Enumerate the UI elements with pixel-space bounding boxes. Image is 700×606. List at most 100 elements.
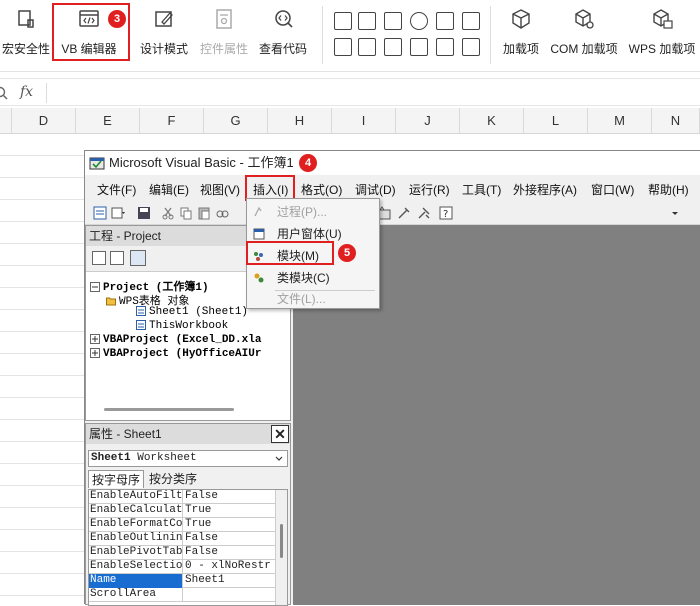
macro-security-button[interactable]: 宏安全性 xyxy=(0,8,52,64)
workbook-icon xyxy=(136,320,146,331)
vbe-title: Microsoft Visual Basic - 工作簿1 xyxy=(109,155,294,170)
insert-userform-icon[interactable] xyxy=(111,206,125,220)
macro-security-icon xyxy=(18,10,34,28)
menu-run[interactable]: 运行(R) xyxy=(409,181,450,198)
list-control-icon[interactable] xyxy=(436,12,454,30)
copy-icon[interactable] xyxy=(179,206,193,220)
frame-control-icon[interactable] xyxy=(462,12,480,30)
view-code-button[interactable]: 查看代码 xyxy=(256,8,310,64)
toggle-folders-icon[interactable] xyxy=(130,250,146,266)
toolbar-overflow-icon[interactable] xyxy=(671,209,679,217)
tree-item-vbaproject-hyoffice[interactable]: VBAProject (HyOfficeAIUr xyxy=(90,348,261,360)
wps-addins-button[interactable]: WPS 加载项 xyxy=(626,8,698,64)
menu-addins[interactable]: 外接程序(A) xyxy=(513,181,577,198)
view-code-icon[interactable] xyxy=(92,251,106,265)
column-header-n[interactable]: N xyxy=(652,108,700,134)
menu-edit[interactable]: 编辑(E) xyxy=(149,181,189,198)
save-icon[interactable] xyxy=(137,206,151,220)
tab-categorized[interactable]: 按分类序 xyxy=(146,470,200,488)
chart-control-icon[interactable] xyxy=(436,38,454,56)
find-icon[interactable] xyxy=(215,206,229,220)
menu-item-procedure[interactable]: 过程(P)... xyxy=(247,201,379,223)
menu-format[interactable]: 格式(O) xyxy=(301,181,342,198)
search-icon[interactable] xyxy=(0,86,8,100)
highlight-box-module xyxy=(246,241,334,265)
property-row-selected[interactable]: Name Sheet1 xyxy=(89,574,275,588)
combo-control-icon[interactable] xyxy=(462,38,480,56)
column-header-g[interactable]: G xyxy=(204,108,268,134)
addins-button[interactable]: 加载项 xyxy=(500,8,542,64)
column-header-j[interactable]: J xyxy=(396,108,460,134)
vbe-toolbar: ? xyxy=(85,203,700,225)
column-header-k[interactable]: K xyxy=(460,108,524,134)
control-properties-button[interactable]: 控件属性 xyxy=(196,8,252,64)
design-mode-button[interactable]: 设计模式 xyxy=(138,8,190,64)
column-header-f[interactable]: F xyxy=(140,108,204,134)
horizontal-scrollbar[interactable] xyxy=(104,408,234,411)
menu-window[interactable]: 窗口(W) xyxy=(591,181,634,198)
object-selector-dropdown[interactable]: Sheet1 Worksheet xyxy=(88,450,288,467)
property-row[interactable]: EnableAutoFilt False xyxy=(89,490,275,504)
tree-item-vbaproject-excel-dd[interactable]: VBAProject (Excel_DD.xla xyxy=(90,334,261,346)
menu-item-class-module[interactable]: 类模块(C) xyxy=(247,267,379,289)
column-header-e[interactable]: E xyxy=(76,108,140,134)
menu-help[interactable]: 帮助(H) xyxy=(648,181,689,198)
property-row[interactable]: EnableSelectio 0 - xlNoRestr xyxy=(89,560,275,574)
property-row[interactable]: EnableOutlinin False xyxy=(89,532,275,546)
column-header-l[interactable]: L xyxy=(524,108,588,134)
cut-icon[interactable] xyxy=(161,206,175,220)
folder-icon xyxy=(106,297,116,306)
textbox-control-icon[interactable] xyxy=(410,38,428,56)
checkbox-control-icon[interactable] xyxy=(334,12,352,30)
tree-item-sheet1[interactable]: Sheet1 (Sheet1) xyxy=(136,306,248,318)
view-excel-icon[interactable] xyxy=(93,206,107,220)
design-mode-icon xyxy=(155,11,173,27)
menu-debug[interactable]: 调试(D) xyxy=(355,181,396,198)
com-addins-button[interactable]: COM 加载项 xyxy=(548,8,620,64)
formula-bar: fx xyxy=(0,78,700,106)
column-header-i[interactable]: I xyxy=(332,108,396,134)
property-row[interactable]: EnablePivotTab False xyxy=(89,546,275,560)
paste-icon[interactable] xyxy=(197,206,211,220)
chevron-down-icon xyxy=(275,456,283,461)
view-object-icon[interactable] xyxy=(110,251,124,265)
view-code-icon xyxy=(275,10,293,28)
step-badge-3: 3 xyxy=(108,10,126,28)
ribbon-toolbar: 宏安全性 VB 编辑器 3 设计模式 控件属性 查看代码 加载项 COM 加载项 xyxy=(0,0,700,72)
vba-project-icon xyxy=(90,282,100,293)
menu-item-file[interactable]: 文件(L)... xyxy=(247,288,379,310)
spin-control-icon[interactable] xyxy=(358,38,376,56)
scrollbar-thumb[interactable] xyxy=(280,524,283,558)
close-button[interactable]: ✕ xyxy=(271,425,289,443)
menu-file[interactable]: 文件(F) xyxy=(97,181,136,198)
tools-icon[interactable] xyxy=(417,206,431,220)
column-header-h[interactable]: H xyxy=(268,108,332,134)
property-row[interactable]: ScrollArea xyxy=(89,588,275,602)
toolbox-icon[interactable] xyxy=(397,206,411,220)
image-control-icon[interactable] xyxy=(334,38,352,56)
row-header-corner xyxy=(0,108,12,134)
radio-control-icon[interactable] xyxy=(410,12,428,30)
button-control-icon[interactable] xyxy=(384,12,402,30)
vertical-scrollbar[interactable] xyxy=(275,490,287,605)
step-badge-5: 5 xyxy=(338,244,356,262)
column-header-d[interactable]: D xyxy=(12,108,76,134)
tab-alphabetic[interactable]: 按字母序 xyxy=(88,470,145,488)
tree-item-thisworkbook[interactable]: ThisWorkbook xyxy=(136,320,228,332)
column-header-m[interactable]: M xyxy=(588,108,652,134)
properties-icon xyxy=(216,9,232,29)
help-icon[interactable]: ? xyxy=(439,206,453,220)
property-row[interactable]: EnableCalculat True xyxy=(89,504,275,518)
function-icon[interactable]: fx xyxy=(20,84,33,100)
scroll-control-icon[interactable] xyxy=(384,38,402,56)
property-row[interactable]: EnableFormatCo True xyxy=(89,518,275,532)
vba-project-icon xyxy=(90,334,100,345)
menu-tools[interactable]: 工具(T) xyxy=(462,181,501,198)
vbe-menu-bar: 文件(F) 编辑(E) 视图(V) 插入(I) 格式(O) 调试(D) 运行(R… xyxy=(85,177,700,201)
label-control-icon[interactable] xyxy=(358,12,376,30)
column-header-row: D E F G H I J K L M N xyxy=(0,108,700,134)
vba-editor-window: Microsoft Visual Basic - 工作簿1 4 文件(F) 编辑… xyxy=(84,150,700,606)
cube-js-icon xyxy=(653,9,673,29)
menu-view[interactable]: 视图(V) xyxy=(200,181,240,198)
ribbon-separator xyxy=(490,6,491,64)
